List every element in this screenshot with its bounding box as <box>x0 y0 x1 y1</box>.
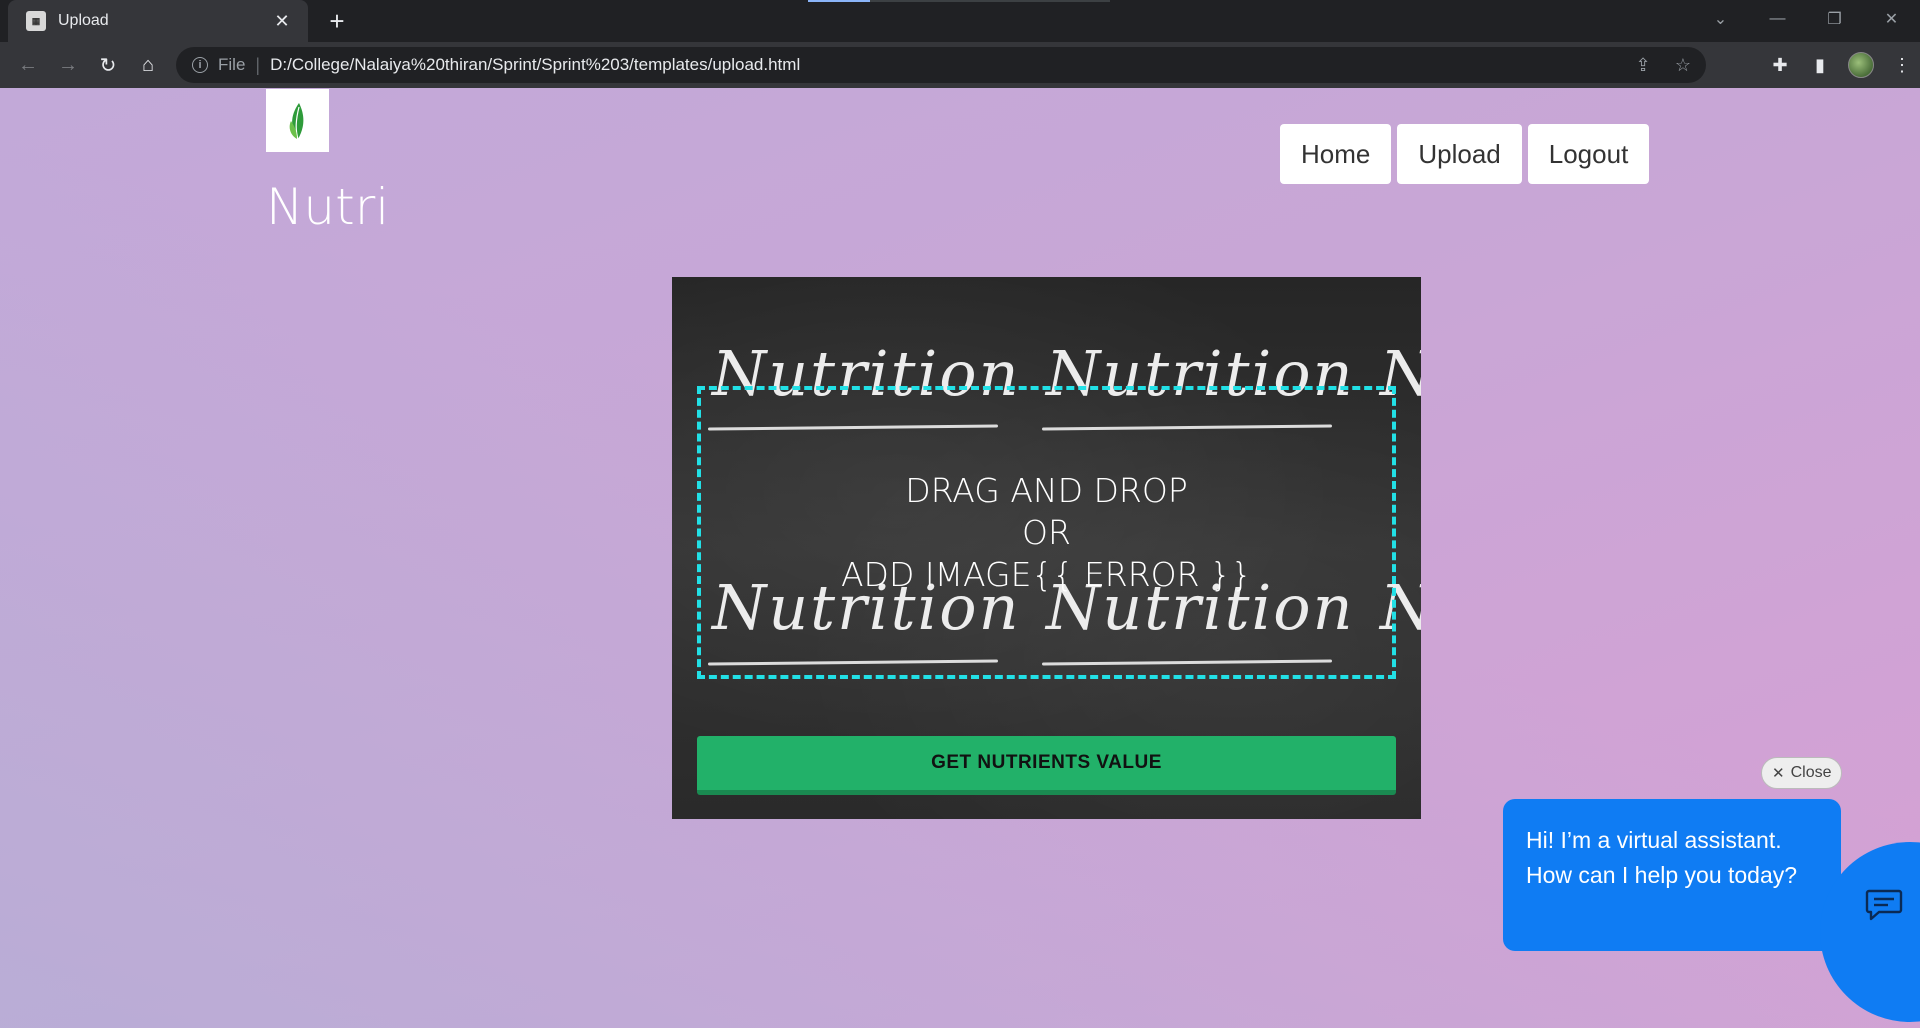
new-tab-button[interactable]: + <box>322 6 352 36</box>
browser-toolbar: ← → ↻ ⌂ i File | D:/College/Nalaiya%20th… <box>0 42 1920 88</box>
error-placeholder: {{ ERROR }} <box>1031 554 1253 594</box>
leaf-logo-icon <box>289 102 303 139</box>
site-brand-title: Nutri <box>266 178 390 236</box>
browser-tab-strip: ▦ Upload ✕ + ⌄ — ❐ ✕ <box>0 0 1920 42</box>
upload-card: Nutrition Nutrition N Nutrition Nutritio… <box>672 277 1421 819</box>
dropzone-text-drag: DRAG AND DROP <box>905 470 1188 510</box>
add-image-label: ADD IMAGE <box>840 554 1032 594</box>
site-info-icon[interactable]: i <box>192 57 208 73</box>
window-controls: ⌄ — ❐ ✕ <box>1692 0 1920 42</box>
nav-home-link[interactable]: Home <box>1280 124 1392 184</box>
loading-indicator <box>808 0 870 2</box>
tab-close-icon[interactable]: ✕ <box>270 11 294 32</box>
chat-bubble-icon[interactable] <box>1865 888 1903 922</box>
url-separator: | <box>255 54 261 75</box>
profile-avatar[interactable] <box>1848 52 1874 78</box>
extensions-icon[interactable]: ✚ <box>1768 55 1792 76</box>
side-panel-icon[interactable]: ▮ <box>1808 55 1832 76</box>
site-nav: Home Upload Logout <box>1280 124 1650 184</box>
browser-tab[interactable]: ▦ Upload ✕ <box>8 0 308 42</box>
share-icon[interactable]: ⇪ <box>1632 55 1654 76</box>
dropzone-text-or: OR <box>1022 512 1071 552</box>
bookmark-star-icon[interactable]: ☆ <box>1672 55 1694 76</box>
restore-button[interactable]: ❐ <box>1806 0 1863 38</box>
dropzone-text-add: ADD IMAGE{{ ERROR }} <box>841 554 1252 596</box>
chat-greeting-bubble[interactable]: Hi! I’m a virtual assistant. How can I h… <box>1503 799 1841 951</box>
loading-track <box>870 0 1110 2</box>
chat-close-label: Close <box>1790 764 1832 781</box>
tab-search-icon[interactable]: ⌄ <box>1692 0 1749 38</box>
image-dropzone[interactable]: DRAG AND DROP OR ADD IMAGE{{ ERROR }} <box>697 386 1396 679</box>
nav-logout-link[interactable]: Logout <box>1527 124 1650 184</box>
site-logo[interactable] <box>266 89 329 152</box>
back-button[interactable]: ← <box>8 45 48 85</box>
url-scheme: File <box>218 55 246 74</box>
url-text[interactable]: D:/College/Nalaiya%20thiran/Sprint/Sprin… <box>270 55 800 75</box>
home-button[interactable]: ⌂ <box>128 45 168 85</box>
chat-close-button[interactable]: ✕ Close <box>1761 757 1843 789</box>
minimize-button[interactable]: — <box>1749 0 1806 38</box>
page-viewport: Nutri Home Upload Logout Nutrition Nutri… <box>0 88 1920 1028</box>
browser-menu-icon[interactable]: ⋮ <box>1890 55 1914 76</box>
tab-title: Upload <box>58 12 109 29</box>
nav-upload-link[interactable]: Upload <box>1397 124 1522 184</box>
close-icon: ✕ <box>1772 765 1785 782</box>
get-nutrients-button[interactable]: GET NUTRIENTS VALUE <box>697 736 1396 795</box>
reload-button[interactable]: ↻ <box>88 45 128 85</box>
close-window-button[interactable]: ✕ <box>1863 0 1920 38</box>
tab-favicon-icon: ▦ <box>26 11 46 31</box>
forward-button[interactable]: → <box>48 45 88 85</box>
address-bar[interactable]: i File | D:/College/Nalaiya%20thiran/Spr… <box>176 47 1706 83</box>
